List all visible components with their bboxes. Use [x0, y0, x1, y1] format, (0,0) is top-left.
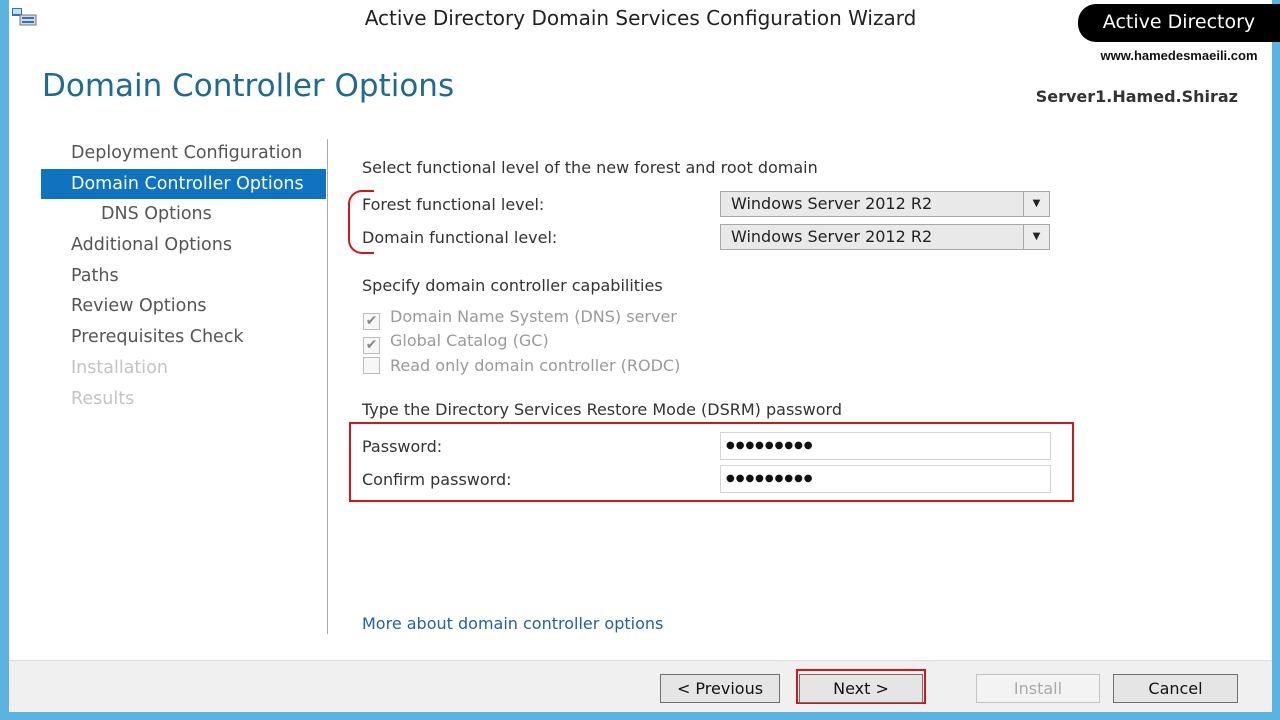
wizard-footer: < Previous Next > Install Cancel [9, 660, 1272, 712]
nav-item-installation: Installation [71, 357, 168, 378]
nav-item-results: Results [71, 388, 135, 409]
domain-level-value: Windows Server 2012 R2 [731, 227, 933, 246]
cancel-button[interactable]: Cancel [1113, 674, 1238, 703]
functional-level-heading: Select functional level of the new fores… [362, 158, 818, 177]
wizard-navigation: Deployment Configuration Domain Controll… [41, 138, 326, 414]
nav-item-prerequisites-check[interactable]: Prerequisites Check [41, 322, 326, 353]
brand-title: Active Directory [1078, 4, 1280, 42]
dsrm-heading: Type the Directory Services Restore Mode… [362, 400, 842, 419]
next-button[interactable]: Next > [799, 674, 923, 703]
install-button: Install [976, 674, 1100, 703]
brand-url: www.hamedesmaeili.com [1100, 48, 1258, 63]
server-name: Server1.Hamed.Shiraz [1035, 87, 1238, 106]
confirm-password-input[interactable]: ●●●●●●●●● [720, 465, 1051, 493]
nav-item-paths[interactable]: Paths [41, 261, 326, 292]
brand-watermark: Active Directory www.hamedesmaeili.com [1078, 0, 1280, 86]
rodc-checkbox[interactable] [363, 357, 380, 374]
nav-item-domain-controller-options[interactable]: Domain Controller Options [41, 168, 326, 200]
chevron-down-icon[interactable]: ▼ [1023, 225, 1049, 249]
rodc-label: Read only domain controller (RODC) [390, 356, 681, 375]
password-input[interactable]: ●●●●●●●●● [720, 432, 1051, 460]
forest-level-value: Windows Server 2012 R2 [731, 194, 933, 213]
forest-level-select[interactable]: Windows Server 2012 R2 ▼ [720, 191, 1050, 217]
nav-item-deployment-configuration[interactable]: Deployment Configuration [41, 138, 326, 169]
checkmark-icon: ✔ [365, 313, 378, 329]
rodc-option: Read only domain controller (RODC) [363, 356, 680, 378]
capabilities-heading: Specify domain controller capabilities [362, 276, 663, 295]
checkmark-icon: ✔ [365, 337, 378, 353]
wizard-window: Active Directory Domain Services Configu… [9, 0, 1272, 712]
dns-server-checkbox[interactable]: ✔ [363, 313, 380, 330]
global-catalog-checkbox[interactable]: ✔ [363, 337, 380, 354]
forest-level-label: Forest functional level: [362, 195, 545, 214]
confirm-password-label: Confirm password: [362, 470, 512, 489]
nav-divider [327, 139, 328, 634]
wizard-content: Domain Controller Options Server1.Hamed.… [9, 36, 1272, 660]
more-info-link[interactable]: More about domain controller options [362, 614, 663, 633]
password-label: Password: [362, 437, 443, 456]
domain-level-label: Domain functional level: [362, 228, 558, 247]
previous-button[interactable]: < Previous [660, 674, 780, 703]
dns-server-option: ✔ Domain Name System (DNS) server [363, 307, 677, 330]
dns-server-label: Domain Name System (DNS) server [390, 307, 677, 326]
domain-level-select[interactable]: Windows Server 2012 R2 ▼ [720, 224, 1050, 250]
global-catalog-option: ✔ Global Catalog (GC) [363, 331, 549, 354]
nav-item-review-options[interactable]: Review Options [41, 291, 326, 322]
chevron-down-icon[interactable]: ▼ [1023, 192, 1049, 216]
page-title: Domain Controller Options [42, 68, 455, 104]
global-catalog-label: Global Catalog (GC) [390, 331, 549, 350]
nav-item-additional-options[interactable]: Additional Options [41, 230, 326, 261]
nav-item-dns-options[interactable]: DNS Options [41, 199, 326, 230]
